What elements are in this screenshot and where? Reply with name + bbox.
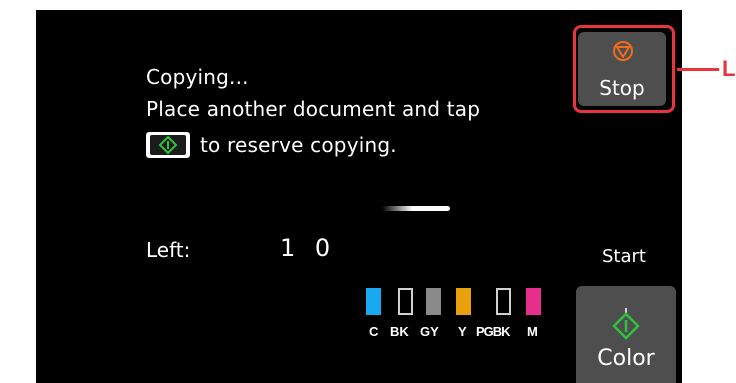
ink-tank-bk [398,288,413,315]
remaining-count: 1 0 [280,234,337,262]
ink-tank-y [456,288,471,315]
ink-label-y: Y [458,324,467,339]
ink-label-pgbk: PGBK [476,324,511,339]
callout-letter: L [722,56,736,81]
start-diamond-icon [609,308,643,346]
stop-button-highlight [573,25,675,113]
status-copying: Copying... [146,65,249,89]
start-key-icon [146,131,190,158]
ink-level-panel: C BK GY Y PGBK M [366,288,546,350]
copy-progress-indicator [382,206,450,211]
ink-label-m: M [527,324,538,339]
ink-label-bk: BK [390,324,409,339]
remaining-label: Left: [146,238,191,262]
color-start-button[interactable]: Color [576,286,676,383]
status-instruction-cont: to reserve copying. [146,130,397,160]
callout-line [677,68,719,71]
status-instruction: Place another document and tap [146,97,481,121]
ink-tank-gy [426,288,441,315]
ink-tank-m [526,288,541,315]
ink-label-c: C [369,324,379,339]
start-label: Start [602,246,646,267]
ink-tank-pgbk [496,288,511,315]
status-instruction-tail: to reserve copying. [200,133,397,157]
ink-tank-c [366,288,381,315]
color-button-label: Color [597,346,655,371]
ink-label-gy: GY [420,324,439,339]
